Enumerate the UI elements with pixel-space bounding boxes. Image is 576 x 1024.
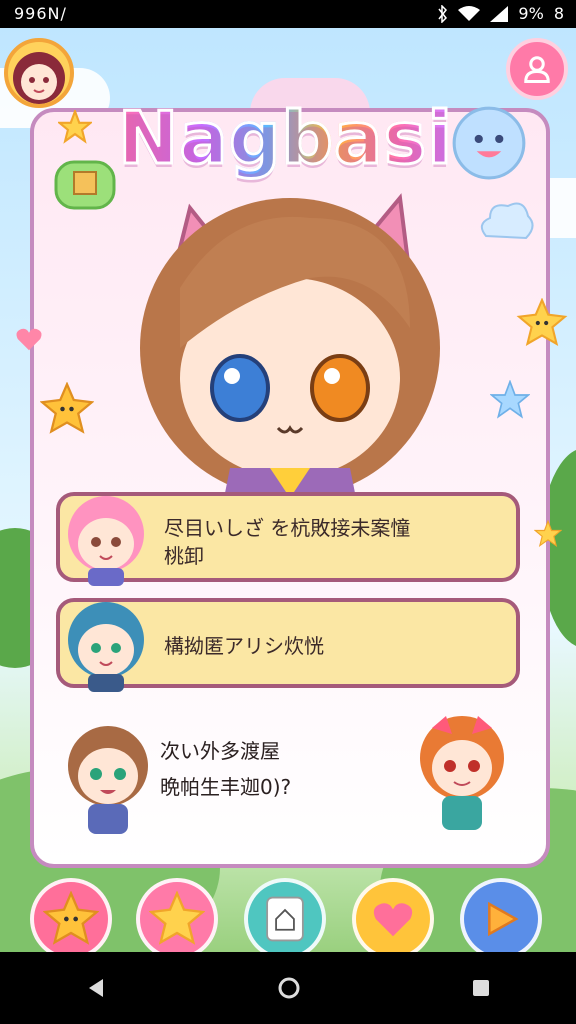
- user-icon: [524, 56, 550, 83]
- home-icon[interactable]: [277, 976, 301, 1000]
- game-screen: Nagbasi 尽目いしざ を杭敗接未案憧 桃卸 構拗匿アリシ炊恍 次い外多渡屋…: [0, 28, 576, 952]
- wifi-icon: [458, 5, 481, 21]
- answer-option-1[interactable]: 尽目いしざ を杭敗接未案憧 桃卸: [56, 492, 520, 586]
- question-line-2: 晩帕生丰迦0)?: [160, 775, 292, 799]
- main-character: [140, 193, 440, 518]
- star-icon: [534, 520, 562, 548]
- bottom-button-1[interactable]: [30, 878, 112, 952]
- answer-option-2[interactable]: 構拗匿アリシ炊恍: [56, 598, 520, 692]
- heart-icon: [16, 328, 42, 351]
- star-icon: [149, 891, 205, 945]
- bluetooth-icon: [438, 4, 448, 23]
- star-icon: [58, 110, 92, 144]
- option-1-line-1: 尽目いしざ を杭敗接未案憧: [164, 516, 411, 540]
- status-bar: 996N/ 9% 8: [0, 0, 576, 28]
- bottom-button-4[interactable]: [352, 878, 434, 952]
- star-icon: [490, 380, 530, 419]
- brown-hair-character: [68, 726, 148, 834]
- bottom-button-3[interactable]: [244, 878, 326, 952]
- house-card-icon: [266, 896, 304, 942]
- avatar-icon: [13, 52, 65, 104]
- cloud-sticker-icon: [480, 202, 534, 240]
- box-sticker-icon: [54, 160, 116, 210]
- question-text: 次い外多渡屋 晩帕生丰迦0)?: [160, 733, 291, 805]
- star-face-icon: [40, 382, 94, 434]
- pink-hair-character: [68, 496, 144, 586]
- option-1-line-2: 桃卸: [164, 544, 204, 568]
- game-title: Nagbasi: [117, 88, 454, 188]
- player-avatar-button[interactable]: [4, 38, 74, 108]
- heart-icon: [373, 903, 413, 937]
- play-icon: [488, 901, 519, 937]
- ghost-face-icon: [452, 106, 526, 180]
- battery-percent: 9%: [518, 4, 544, 23]
- status-right-digit: 8: [553, 4, 564, 23]
- profile-button[interactable]: [506, 38, 568, 100]
- orange-hair-character: [420, 716, 504, 830]
- star-face-icon: [516, 298, 568, 346]
- status-left-text: 996N/: [14, 4, 67, 23]
- signal-icon: [490, 5, 509, 22]
- bottom-button-5[interactable]: [460, 878, 542, 952]
- bottom-button-2[interactable]: [136, 878, 218, 952]
- navigation-bar: [0, 952, 576, 1024]
- back-icon[interactable]: [85, 977, 107, 999]
- recents-icon[interactable]: [471, 978, 491, 998]
- question-line-1: 次い外多渡屋: [160, 739, 280, 763]
- star-face-icon: [43, 891, 99, 945]
- blue-hair-character: [68, 602, 144, 692]
- option-2-line-1: 構拗匿アリシ炊恍: [164, 634, 324, 658]
